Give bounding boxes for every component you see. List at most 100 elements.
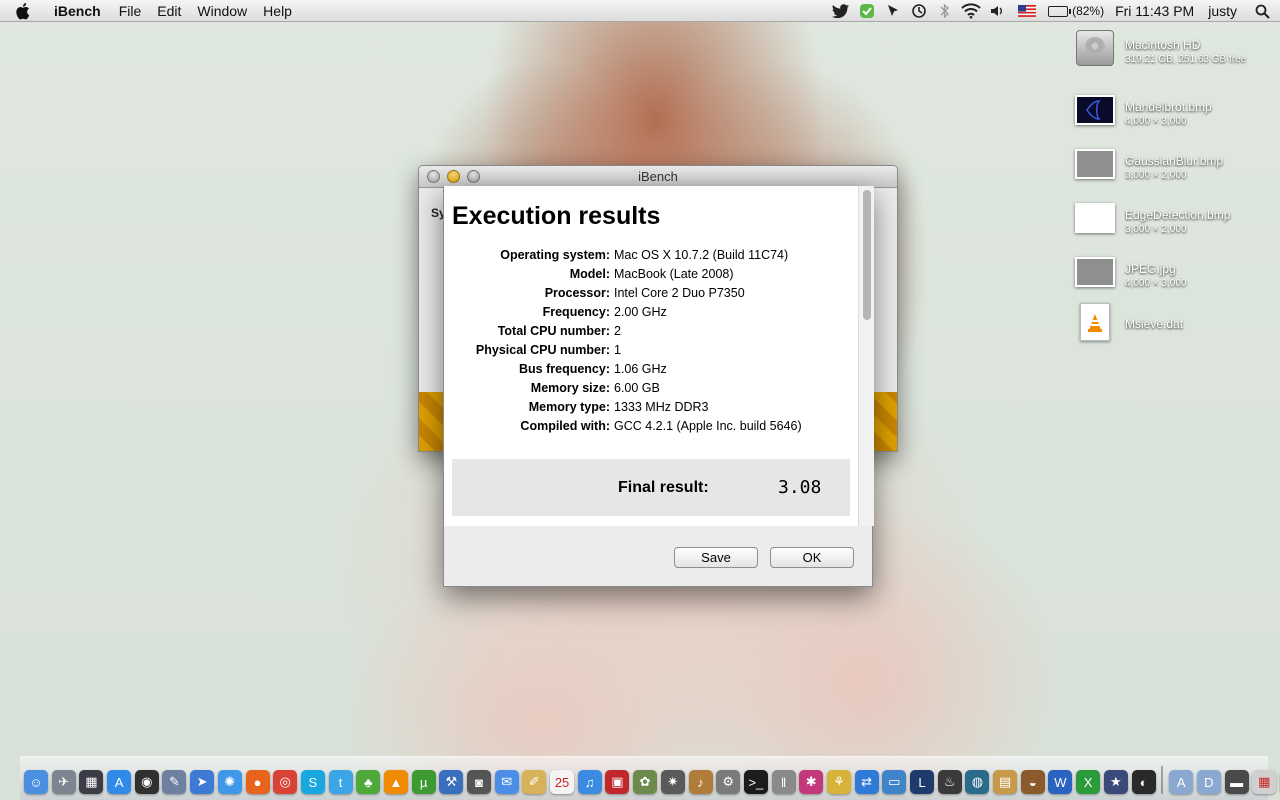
bluetooth-icon[interactable] xyxy=(932,0,958,22)
window-titlebar[interactable]: iBench xyxy=(419,166,897,188)
ok-button[interactable]: OK xyxy=(770,547,854,568)
downloads-stack-icon[interactable]: ▬ xyxy=(1224,770,1249,794)
launchpad-icon[interactable]: ✈ xyxy=(51,770,76,794)
close-button[interactable] xyxy=(427,170,440,183)
user-menu[interactable]: justy xyxy=(1201,0,1244,22)
skype-icon[interactable]: S xyxy=(300,770,325,794)
chrome-icon[interactable]: ◎ xyxy=(273,770,298,794)
spotlight-search-icon[interactable] xyxy=(1244,0,1280,22)
info-row: Model: MacBook (Late 2008) xyxy=(444,267,858,286)
parallels-icon[interactable]: ‖ xyxy=(771,770,796,794)
safari-icon[interactable]: ✺ xyxy=(217,770,242,794)
adium-icon[interactable]: ♣ xyxy=(356,770,381,794)
image-thumbnail-icon xyxy=(1074,146,1116,182)
desktop-item-name: GaussianBlur.bmp xyxy=(1125,154,1224,168)
time-machine-icon[interactable] xyxy=(906,0,932,22)
aperture-icon[interactable]: ✷ xyxy=(660,770,685,794)
garageband-icon[interactable]: ♪ xyxy=(688,770,713,794)
coconut-battery-icon[interactable]: ◒ xyxy=(1020,770,1045,794)
desktop-item-name: Mandelbrot.bmp xyxy=(1125,100,1212,114)
execution-results-sheet: Execution results Operating system: Mac … xyxy=(443,186,874,587)
word-icon[interactable]: W xyxy=(1048,770,1073,794)
volume-icon[interactable] xyxy=(984,0,1010,22)
terminal-icon[interactable]: >_ xyxy=(743,770,768,794)
facetime-icon[interactable]: ◙ xyxy=(467,770,491,794)
desktop-stack-icon[interactable]: ▦ xyxy=(1252,770,1277,794)
twitter-status-icon[interactable] xyxy=(828,0,854,22)
system-preferences-icon[interactable]: ⚙ xyxy=(716,770,741,794)
documents-folder-icon[interactable]: D xyxy=(1196,770,1221,794)
scrollbar-thumb[interactable] xyxy=(863,190,871,320)
mission-control-icon[interactable]: ▦ xyxy=(79,770,104,794)
applications-folder-icon[interactable]: A xyxy=(1169,770,1194,794)
dashboard-icon[interactable]: ◉ xyxy=(134,770,159,794)
dock-icons: ☺ ✈ ▦ A ◉ ✎ ➤ ✺ ● ◎ St ♣ ▲ µ ⚒ ◙ ✉ ✐ 25 ♫ ▣ ✿ ✷ ♪ ⚙ >_ ‖ ✱ ⚘ ⇄ ▭ L ♨ ◍ ▤ ◒ W… xyxy=(24,762,1280,794)
desktop-item-info: 3,000 × 2,000 xyxy=(1125,170,1187,181)
info-value: Intel Core 2 Duo P7350 xyxy=(614,286,745,300)
info-key: Compiled with: xyxy=(520,419,610,433)
desktop-item-info: 4,000 × 3,000 xyxy=(1125,278,1187,289)
desktop-item-macintosh-hd[interactable]: Macintosh HD 319.21 GB, 251.63 GB free xyxy=(1072,30,1272,80)
info-row: Compiled with: GCC 4.2.1 (Apple Inc. bui… xyxy=(444,419,858,438)
notes-icon[interactable]: ✐ xyxy=(522,770,547,794)
app-menu[interactable]: iBench xyxy=(46,0,109,22)
us-flag-input-icon[interactable] xyxy=(1010,0,1044,22)
desktop-item-jpeg[interactable]: JPEG.jpg 4,000 × 3,000 xyxy=(1072,254,1272,304)
cursor-status-icon[interactable] xyxy=(880,0,906,22)
info-value: 1.06 GHz xyxy=(614,362,667,376)
league-of-legends-icon[interactable]: L xyxy=(910,770,934,794)
archive-utility-icon[interactable]: ▤ xyxy=(993,770,1018,794)
window-menu[interactable]: Window xyxy=(189,0,255,22)
messages-icon[interactable]: ✉ xyxy=(494,770,519,794)
activity-monitor-icon[interactable]: ◐ xyxy=(1131,770,1156,794)
preview-icon[interactable]: ✎ xyxy=(162,770,187,794)
app-store-icon[interactable]: A xyxy=(107,770,132,794)
calendar-icon[interactable]: 25 xyxy=(550,770,575,794)
info-key: Frequency: xyxy=(542,305,610,319)
battery-status[interactable]: (82%) xyxy=(1044,4,1108,18)
window-controls xyxy=(427,170,480,183)
twitter-icon[interactable]: t xyxy=(328,770,353,794)
mail-icon[interactable]: ➤ xyxy=(190,770,215,794)
info-key: Memory type: xyxy=(528,400,610,414)
transmit-icon[interactable]: ⚘ xyxy=(826,770,851,794)
info-row: Memory type: 1333 MHz DDR3 xyxy=(444,400,858,419)
zoom-button[interactable] xyxy=(467,170,480,183)
screen-sharing-icon[interactable]: ▭ xyxy=(882,770,907,794)
info-row: Operating system: Mac OS X 10.7.2 (Build… xyxy=(444,248,858,267)
file-menu[interactable]: File xyxy=(111,0,150,22)
steam-icon[interactable]: ♨ xyxy=(937,770,962,794)
final-result-value: 3.08 xyxy=(778,477,822,498)
apple-menu-icon[interactable] xyxy=(16,2,38,20)
minimize-button[interactable] xyxy=(447,170,460,183)
xcode-icon[interactable]: ⚒ xyxy=(439,770,464,794)
iphoto-icon[interactable]: ✿ xyxy=(633,770,658,794)
desktop-item-info: 319.21 GB, 251.63 GB free xyxy=(1125,54,1247,65)
desktop-item-mandelbrot[interactable]: Mandelbrot.bmp 4,000 × 3,000 xyxy=(1072,92,1272,142)
evernote-status-icon[interactable] xyxy=(854,0,880,22)
itunes-icon[interactable]: ♫ xyxy=(577,770,602,794)
help-menu[interactable]: Help xyxy=(255,0,300,22)
vlc-icon[interactable]: ▲ xyxy=(383,770,408,794)
wifi-icon[interactable] xyxy=(958,0,984,22)
finder-icon[interactable]: ☺ xyxy=(24,770,48,794)
firefox-icon[interactable]: ● xyxy=(245,770,270,794)
status-area: (82%) Fri 11:43 PM justy xyxy=(828,0,1280,22)
desktop-item-edgedetection[interactable]: EdgeDetection.bmp 3,000 × 2,000 xyxy=(1072,200,1272,250)
photo-booth-icon[interactable]: ▣ xyxy=(605,770,630,794)
save-button[interactable]: Save xyxy=(674,547,758,568)
vlc-document-icon xyxy=(1074,303,1116,341)
edit-menu[interactable]: Edit xyxy=(149,0,189,22)
earth-icon[interactable]: ◍ xyxy=(965,770,990,794)
desktop-item-info: 3,000 × 2,000 xyxy=(1125,224,1187,235)
dock-separator xyxy=(1161,766,1164,794)
cyberduck-icon[interactable]: ✱ xyxy=(799,770,824,794)
results-scrollbar[interactable] xyxy=(858,186,874,526)
utorrent-icon[interactable]: µ xyxy=(411,770,436,794)
excel-icon[interactable]: X xyxy=(1076,770,1101,794)
desktop-item-msieve[interactable]: Msieve.dat xyxy=(1072,303,1272,354)
clock[interactable]: Fri 11:43 PM xyxy=(1108,0,1201,22)
desktop-item-gaussianblur[interactable]: GaussianBlur.bmp 3,000 × 2,000 xyxy=(1072,146,1272,196)
imovie-icon[interactable]: ★ xyxy=(1103,770,1128,794)
teamviewer-icon[interactable]: ⇄ xyxy=(854,770,879,794)
